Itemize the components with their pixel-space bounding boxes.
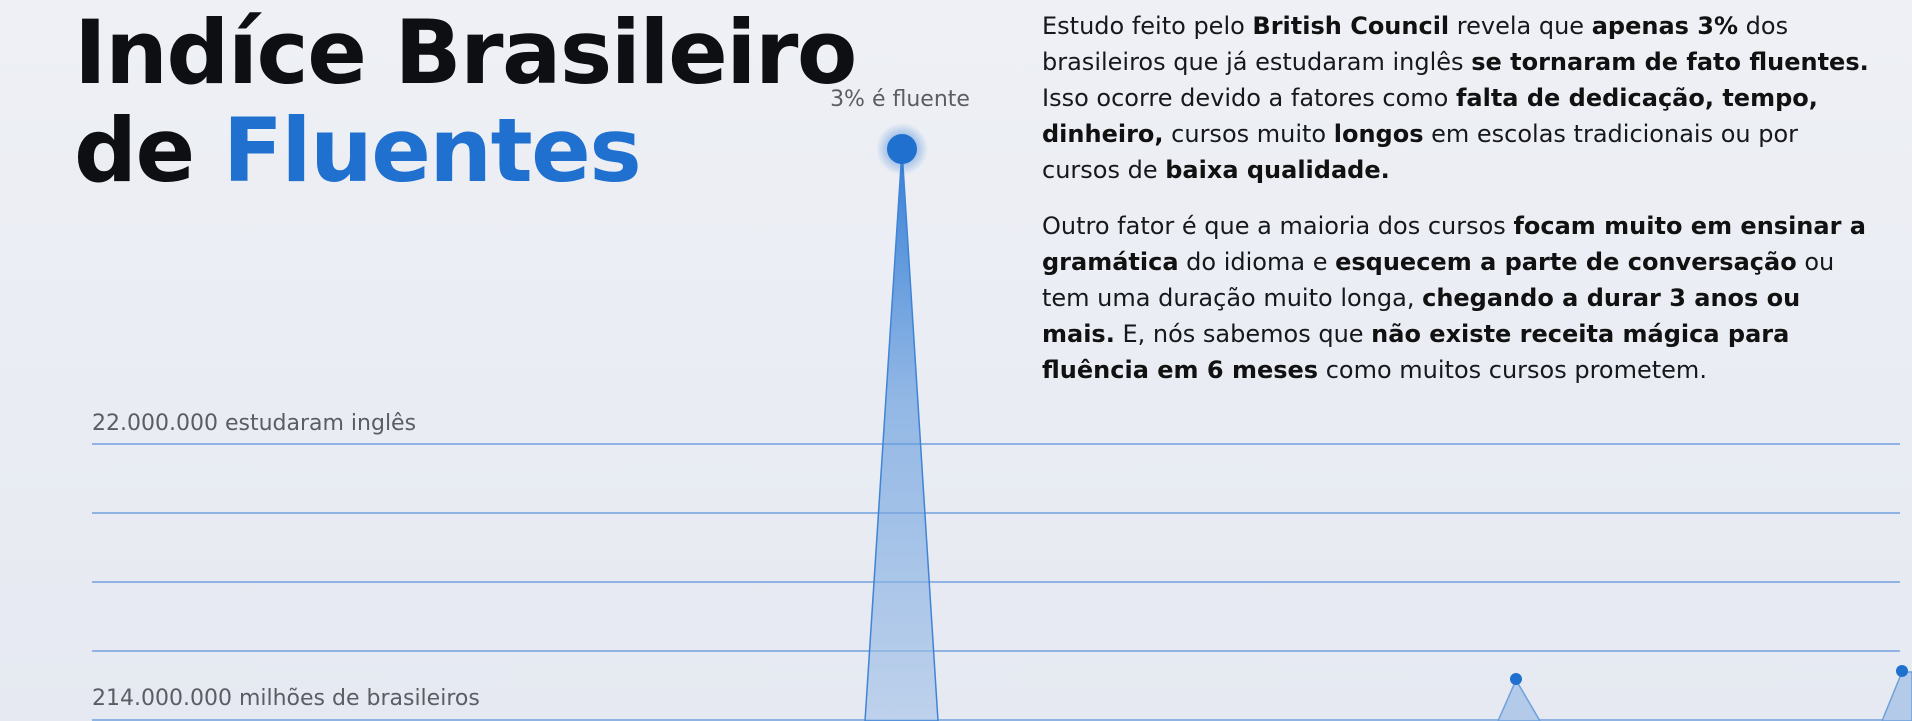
- peak-small-2: [1881, 671, 1912, 721]
- peak-main: [864, 149, 939, 721]
- peak-small-2-marker: [1896, 665, 1908, 677]
- fluency-chart: 22.000.000 estudaram inglês 214.000.000 …: [92, 87, 1912, 721]
- peak-label: 3% é fluente: [830, 87, 970, 112]
- upper-line-label: 22.000.000 estudaram inglês: [92, 411, 416, 436]
- peak-small-1-marker: [1510, 673, 1522, 685]
- peak-main-marker: [887, 134, 917, 164]
- base-line-label: 214.000.000 milhões de brasileiros: [92, 686, 480, 711]
- peak-small-1: [1497, 678, 1541, 721]
